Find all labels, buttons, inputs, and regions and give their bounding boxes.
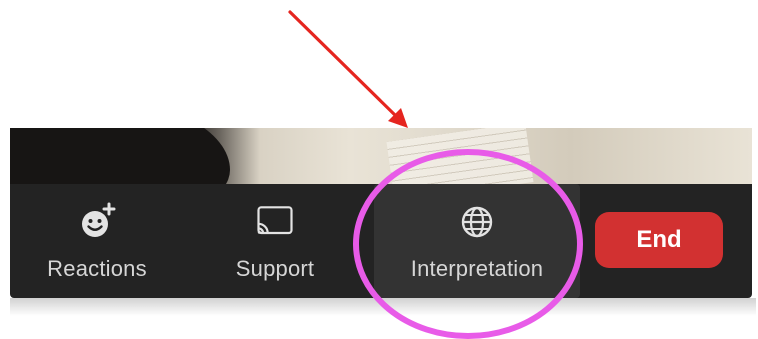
arrow-head-icon (388, 108, 408, 128)
video-dark-region (10, 128, 230, 184)
interpretation-button[interactable]: Interpretation (374, 184, 580, 298)
reactions-label: Reactions (47, 256, 147, 281)
end-meeting-button[interactable]: End (595, 212, 723, 268)
video-paper-region (386, 128, 534, 184)
reactions-button[interactable]: Reactions (32, 184, 162, 298)
smiley-plus-icon (75, 200, 119, 244)
meeting-toolbar: Reactions Support Interpretation End (10, 184, 752, 298)
pointer-arrow (288, 10, 400, 120)
cast-screen-icon (253, 200, 297, 244)
support-button[interactable]: Support (220, 184, 330, 298)
support-label: Support (235, 256, 315, 281)
toolbar-shadow (10, 298, 756, 316)
interpretation-label: Interpretation (410, 256, 544, 281)
globe-icon (455, 200, 499, 244)
video-feed (10, 128, 752, 184)
